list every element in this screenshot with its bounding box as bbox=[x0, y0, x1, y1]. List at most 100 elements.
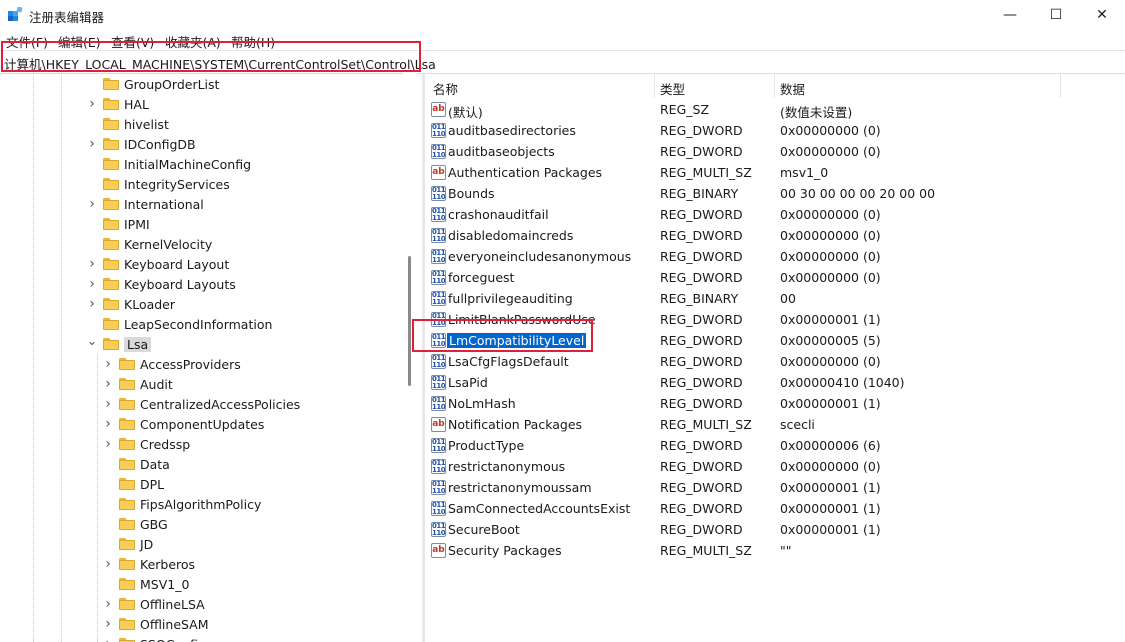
chevron-right-icon[interactable]: › bbox=[103, 556, 113, 572]
tree-item[interactable]: JD bbox=[103, 534, 153, 554]
column-name-header[interactable]: 名称 bbox=[433, 79, 458, 98]
maximize-button[interactable]: ☐ bbox=[1033, 0, 1079, 30]
value-highlight-box bbox=[412, 319, 593, 352]
chevron-right-icon[interactable]: › bbox=[103, 436, 113, 452]
column-data-header[interactable]: 数据 bbox=[780, 79, 805, 98]
binary-value-icon: 011 110 bbox=[431, 480, 446, 495]
tree-item[interactable]: › AccessProviders bbox=[103, 354, 241, 374]
binary-value-icon: 011 110 bbox=[431, 144, 446, 159]
tree-item[interactable]: ›SSOConfig bbox=[103, 634, 206, 642]
title-bar: 注册表编辑器 — ☐ ✕ bbox=[0, 0, 1125, 30]
chevron-right-icon[interactable]: › bbox=[103, 596, 113, 612]
tree-item[interactable]: ⌄ Lsa bbox=[87, 334, 152, 354]
tree-item-label: IPMI bbox=[124, 216, 150, 232]
value-row[interactable]: 011 110 auditbasedirectories REG_DWORD 0x000… bbox=[425, 120, 1125, 141]
column-divider[interactable] bbox=[654, 73, 655, 98]
chevron-right-icon[interactable]: › bbox=[87, 296, 97, 312]
binary-value-icon: 011 110 bbox=[431, 375, 446, 390]
value-row[interactable]: 011 110 restrictanonymous REG_DWORD 0x000000… bbox=[425, 456, 1125, 477]
tree-item[interactable]: › HAL bbox=[87, 94, 149, 114]
tree-item[interactable]: MSV1_0 bbox=[103, 574, 189, 594]
column-divider[interactable] bbox=[1060, 73, 1061, 98]
folder-icon bbox=[103, 78, 119, 90]
tree-item[interactable]: KernelVelocity bbox=[87, 234, 212, 254]
tree-scrollbar[interactable] bbox=[403, 73, 417, 642]
tree-item[interactable]: › Kerberos bbox=[103, 554, 195, 574]
value-row[interactable]: ab Notification Packages REG_MULTI_SZ scecl… bbox=[425, 414, 1125, 435]
value-type: REG_DWORD bbox=[660, 333, 743, 348]
tree-scrollbar-thumb[interactable] bbox=[408, 256, 411, 386]
tree-item[interactable]: › IDConfigDB bbox=[87, 134, 195, 154]
value-row[interactable]: 011 110 disabledomaincreds REG_DWORD 0x00000… bbox=[425, 225, 1125, 246]
value-row[interactable]: 011 110 fullprivilegeauditing REG_BINARY 00 bbox=[425, 288, 1125, 309]
value-list[interactable]: 名称 类型 数据 ab (默认) REG_SZ (数值未设置) 011 110 auditb… bbox=[425, 73, 1125, 642]
value-row[interactable]: 011 110 SecureBoot REG_DWORD 0x00000001 (1) bbox=[425, 519, 1125, 540]
value-row[interactable]: ab Security Packages REG_MULTI_SZ "" bbox=[425, 540, 1125, 561]
tree-item[interactable]: InitialMachineConfig bbox=[87, 154, 251, 174]
tree-item[interactable]: IPMI bbox=[87, 214, 150, 234]
tree-item[interactable]: › CentralizedAccessPolicies bbox=[103, 394, 300, 414]
tree-item[interactable]: › Keyboard Layout bbox=[87, 254, 229, 274]
value-row[interactable]: 011 110 LsaCfgFlagsDefault REG_DWORD 0x00000… bbox=[425, 351, 1125, 372]
tree-item[interactable]: Data bbox=[103, 454, 170, 474]
tree-item[interactable]: hivelist bbox=[87, 114, 169, 134]
value-data: 0x00000006 (6) bbox=[780, 438, 881, 453]
value-name: ProductType bbox=[448, 438, 525, 453]
binary-value-icon: 011 110 bbox=[431, 228, 446, 243]
column-type-header[interactable]: 类型 bbox=[660, 79, 685, 98]
value-row[interactable]: 011 110 crashonauditfail REG_DWORD 0x0000000… bbox=[425, 204, 1125, 225]
tree-item[interactable]: FipsAlgorithmPolicy bbox=[103, 494, 261, 514]
tree-item[interactable]: LeapSecondInformation bbox=[87, 314, 272, 334]
expander-placeholder bbox=[103, 499, 113, 509]
tree-item[interactable]: › ComponentUpdates bbox=[103, 414, 264, 434]
chevron-right-icon[interactable]: › bbox=[87, 256, 97, 272]
value-row[interactable]: ab (默认) REG_SZ (数值未设置) bbox=[425, 99, 1125, 120]
value-row[interactable]: 011 110 restrictanonymoussam REG_DWORD 0x000… bbox=[425, 477, 1125, 498]
expander-placeholder bbox=[87, 219, 97, 229]
folder-icon bbox=[119, 438, 135, 450]
folder-icon bbox=[103, 238, 119, 250]
tree-item[interactable]: › International bbox=[87, 194, 204, 214]
value-row[interactable]: 011 110 everyoneincludesanonymous REG_DWORD… bbox=[425, 246, 1125, 267]
chevron-right-icon[interactable]: › bbox=[103, 396, 113, 412]
tree-item[interactable]: GBG bbox=[103, 514, 168, 534]
value-row[interactable]: 011 110 LsaPid REG_DWORD 0x00000410 (1040) bbox=[425, 372, 1125, 393]
tree-item[interactable]: › Credssp bbox=[103, 434, 190, 454]
tree-item[interactable]: › Keyboard Layouts bbox=[87, 274, 236, 294]
value-row[interactable]: 011 110 NoLmHash REG_DWORD 0x00000001 (1) bbox=[425, 393, 1125, 414]
chevron-right-icon[interactable]: › bbox=[103, 356, 113, 372]
tree-item[interactable]: › KLoader bbox=[87, 294, 175, 314]
list-header: 名称 类型 数据 bbox=[425, 73, 1125, 98]
key-tree[interactable]: GroupOrderList › HAL hivelist › IDConfigDB Ini… bbox=[0, 73, 403, 642]
chevron-right-icon[interactable]: › bbox=[103, 616, 113, 632]
expander-placeholder bbox=[87, 119, 97, 129]
chevron-right-icon[interactable]: › bbox=[87, 196, 97, 212]
chevron-down-icon[interactable]: ⌄ bbox=[87, 334, 98, 349]
chevron-right-icon[interactable]: › bbox=[87, 276, 97, 292]
folder-icon bbox=[103, 318, 119, 330]
value-row[interactable]: 011 110 Bounds REG_BINARY 00 30 00 00 00 20 … bbox=[425, 183, 1125, 204]
value-name: NoLmHash bbox=[448, 396, 516, 411]
value-row[interactable]: 011 110 SamConnectedAccountsExist REG_DWORD… bbox=[425, 498, 1125, 519]
chevron-right-icon[interactable]: › bbox=[87, 136, 97, 152]
tree-item[interactable]: › Audit bbox=[103, 374, 173, 394]
value-name: crashonauditfail bbox=[448, 207, 549, 222]
chevron-right-icon[interactable]: › bbox=[87, 96, 97, 112]
tree-item[interactable]: DPL bbox=[103, 474, 164, 494]
value-type: REG_DWORD bbox=[660, 207, 743, 222]
expander-placeholder bbox=[103, 579, 113, 589]
value-row[interactable]: 011 110 forceguest REG_DWORD 0x00000000 (0) bbox=[425, 267, 1125, 288]
close-button[interactable]: ✕ bbox=[1079, 0, 1125, 30]
tree-item[interactable]: GroupOrderList bbox=[87, 74, 219, 94]
tree-item-label: HAL bbox=[124, 96, 149, 112]
column-divider[interactable] bbox=[774, 73, 775, 98]
chevron-right-icon[interactable]: › bbox=[103, 376, 113, 392]
value-row[interactable]: 011 110 ProductType REG_DWORD 0x00000006 (6) bbox=[425, 435, 1125, 456]
tree-item[interactable]: IntegrityServices bbox=[87, 174, 230, 194]
value-row[interactable]: 011 110 auditbaseobjects REG_DWORD 0x0000000… bbox=[425, 141, 1125, 162]
minimize-button[interactable]: — bbox=[987, 0, 1033, 30]
tree-item[interactable]: › OfflineLSA bbox=[103, 594, 205, 614]
chevron-right-icon[interactable]: › bbox=[103, 416, 113, 432]
tree-item[interactable]: › OfflineSAM bbox=[103, 614, 208, 634]
value-row[interactable]: ab Authentication Packages REG_MULTI_SZ msv… bbox=[425, 162, 1125, 183]
